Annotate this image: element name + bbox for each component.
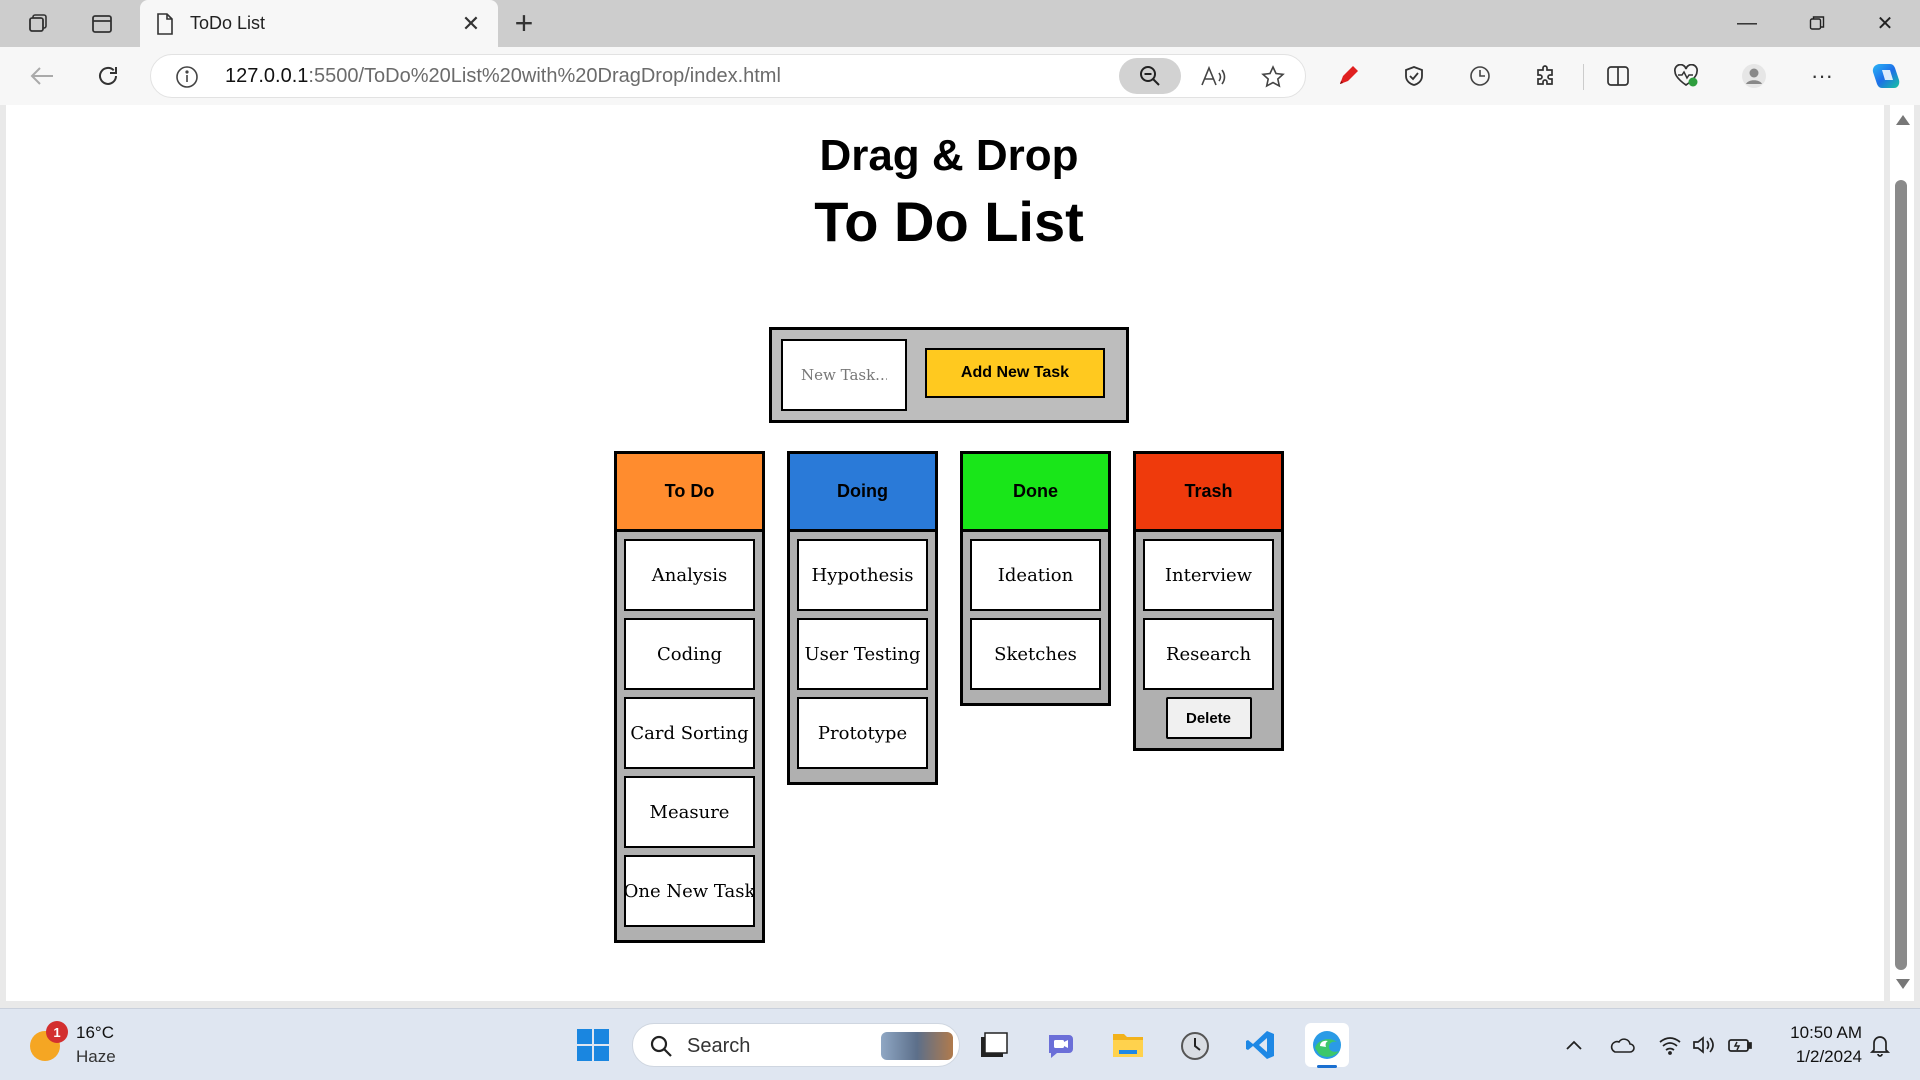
column-header-done: Done xyxy=(963,454,1108,532)
wifi-icon[interactable] xyxy=(1656,1031,1684,1059)
notification-badge: 1 xyxy=(46,1021,68,1043)
page-scrollbar[interactable] xyxy=(1890,105,1914,1001)
task-card[interactable]: One New Task xyxy=(624,855,755,927)
address-bar[interactable]: 127.0.0.1:5500/ToDo%20List%20with%20Drag… xyxy=(150,54,1306,98)
page-viewport: Drag & Drop To Do List Add New Task To D… xyxy=(6,105,1884,1001)
search-label: Search xyxy=(687,1035,751,1057)
task-card[interactable]: Sketches xyxy=(970,618,1101,690)
active-tab[interactable]: ToDo List ✕ xyxy=(140,0,498,47)
copilot-icon[interactable] xyxy=(1868,58,1904,94)
url-text[interactable]: 127.0.0.1:5500/ToDo%20List%20with%20Drag… xyxy=(225,65,781,88)
read-aloud-icon[interactable] xyxy=(1197,61,1229,93)
new-task-input[interactable] xyxy=(781,339,907,411)
task-view-icon[interactable] xyxy=(971,1023,1015,1067)
task-card[interactable]: User Testing xyxy=(797,618,928,690)
profile-avatar-icon[interactable] xyxy=(1736,58,1772,94)
new-tab-icon[interactable]: + xyxy=(508,7,540,39)
weather-temperature: 16°C xyxy=(76,1023,114,1042)
search-highlight-image xyxy=(881,1032,953,1060)
volume-icon[interactable] xyxy=(1690,1031,1718,1059)
search-icon xyxy=(650,1035,672,1057)
onedrive-icon[interactable] xyxy=(1608,1031,1636,1059)
column-body-trash[interactable]: Interview Research Delete xyxy=(1136,532,1281,748)
back-icon[interactable] xyxy=(24,58,60,94)
taskbar-search[interactable]: Search xyxy=(632,1023,960,1067)
pen-extension-icon[interactable] xyxy=(1330,58,1366,94)
file-explorer-icon[interactable] xyxy=(1106,1023,1150,1067)
taskbar-clock[interactable]: 10:50 AM 1/2/2024 xyxy=(1772,1021,1862,1069)
zoom-out-icon[interactable] xyxy=(1119,58,1181,94)
tab-title: ToDo List xyxy=(190,13,266,33)
task-card[interactable]: Interview xyxy=(1143,539,1274,611)
column-header-todo: To Do xyxy=(617,454,762,532)
column-header-trash: Trash xyxy=(1136,454,1281,532)
minimize-icon[interactable]: — xyxy=(1717,4,1777,42)
column-trash[interactable]: Trash Interview Research Delete xyxy=(1133,451,1284,751)
active-app-indicator xyxy=(1317,1065,1337,1068)
split-screen-icon[interactable] xyxy=(1600,58,1636,94)
workspaces-icon[interactable] xyxy=(22,8,54,40)
page-title: To Do List xyxy=(814,190,1084,253)
site-info-icon[interactable] xyxy=(175,65,199,89)
column-body-doing[interactable]: Hypothesis User Testing Prototype xyxy=(790,532,935,782)
task-card[interactable]: Hypothesis xyxy=(797,539,928,611)
scrollbar-thumb[interactable] xyxy=(1895,180,1907,970)
task-card[interactable]: Coding xyxy=(624,618,755,690)
close-window-icon[interactable]: ✕ xyxy=(1855,4,1915,42)
column-todo[interactable]: To Do Analysis Coding Card Sorting Measu… xyxy=(614,451,765,943)
favorite-star-icon[interactable] xyxy=(1257,61,1289,93)
task-card[interactable]: Card Sorting xyxy=(624,697,755,769)
battery-icon[interactable] xyxy=(1726,1031,1754,1059)
column-header-doing: Doing xyxy=(790,454,935,532)
restore-icon[interactable] xyxy=(1787,4,1847,42)
clock-date: 1/2/2024 xyxy=(1795,1047,1862,1066)
weather-condition: Haze xyxy=(76,1047,116,1066)
task-card[interactable]: Research xyxy=(1143,618,1274,690)
add-task-panel: Add New Task xyxy=(769,327,1129,423)
task-card[interactable]: Prototype xyxy=(797,697,928,769)
page-subtitle: Drag & Drop xyxy=(819,131,1079,180)
vscode-icon[interactable] xyxy=(1238,1023,1282,1067)
task-card[interactable]: Analysis xyxy=(624,539,755,611)
clock-time: 10:50 AM xyxy=(1790,1023,1862,1042)
column-doing[interactable]: Doing Hypothesis User Testing Prototype xyxy=(787,451,938,785)
edge-browser-icon[interactable] xyxy=(1305,1023,1349,1068)
toolbar-divider xyxy=(1583,64,1584,90)
history-icon[interactable] xyxy=(1462,58,1498,94)
column-body-done[interactable]: Ideation Sketches xyxy=(963,532,1108,703)
task-card[interactable]: Measure xyxy=(624,776,755,848)
more-options-icon[interactable]: ··· xyxy=(1804,58,1840,94)
add-new-task-button[interactable]: Add New Task xyxy=(925,348,1105,398)
clock-app-icon[interactable] xyxy=(1173,1023,1217,1067)
tab-close-icon[interactable]: ✕ xyxy=(458,11,484,37)
scroll-down-icon[interactable] xyxy=(1896,979,1910,989)
notification-bell-icon[interactable] xyxy=(1866,1031,1894,1059)
windows-taskbar: 1 16°C Haze Search 10:50 AM 1/2/2024 xyxy=(0,1008,1920,1080)
teams-chat-icon[interactable] xyxy=(1039,1023,1083,1067)
extension-badge-icon[interactable] xyxy=(1396,58,1432,94)
vertical-tabs-icon[interactable] xyxy=(86,8,118,40)
task-card[interactable]: Ideation xyxy=(970,539,1101,611)
column-body-todo[interactable]: Analysis Coding Card Sorting Measure One… xyxy=(617,532,762,940)
page-icon xyxy=(157,12,173,35)
column-done[interactable]: Done Ideation Sketches xyxy=(960,451,1111,706)
browser-essentials-icon[interactable] xyxy=(1668,58,1704,94)
delete-button[interactable]: Delete xyxy=(1165,697,1252,739)
scroll-up-icon[interactable] xyxy=(1896,115,1910,125)
browser-tab-strip: ToDo List ✕ + — ✕ xyxy=(0,0,1920,47)
extensions-icon[interactable] xyxy=(1528,58,1564,94)
show-hidden-icons-icon[interactable] xyxy=(1560,1031,1588,1059)
start-icon[interactable] xyxy=(571,1023,615,1067)
browser-toolbar: 127.0.0.1:5500/ToDo%20List%20with%20Drag… xyxy=(0,47,1920,105)
reload-icon[interactable] xyxy=(90,58,126,94)
weather-widget[interactable]: 1 16°C Haze xyxy=(26,1021,146,1069)
